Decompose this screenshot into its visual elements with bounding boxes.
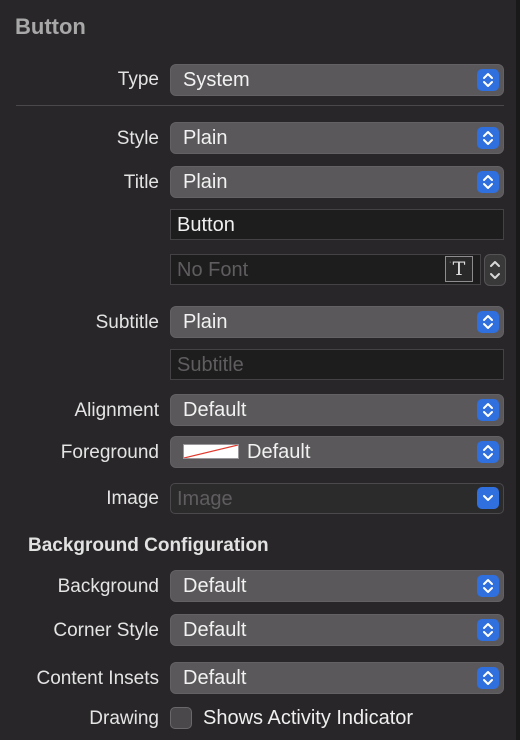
image-label: Image bbox=[106, 488, 159, 509]
shows-activity-indicator-checkbox[interactable] bbox=[170, 707, 192, 729]
title-font-placeholder: No Font bbox=[177, 259, 249, 281]
title-label: Title bbox=[123, 172, 159, 193]
type-value: System bbox=[183, 69, 250, 91]
divider bbox=[16, 105, 504, 106]
alignment-popup[interactable]: Default bbox=[170, 394, 504, 426]
up-down-chevron-icon bbox=[477, 667, 499, 689]
drawing-label: Drawing bbox=[89, 708, 159, 729]
up-down-chevron-icon bbox=[477, 69, 499, 91]
title-value: Plain bbox=[183, 171, 228, 193]
corner-style-label: Corner Style bbox=[53, 620, 159, 641]
style-label: Style bbox=[116, 128, 159, 149]
up-down-chevron-icon bbox=[477, 311, 499, 333]
up-down-chevron-icon bbox=[477, 619, 499, 641]
title-text-field[interactable]: Button bbox=[170, 209, 504, 240]
style-value: Plain bbox=[183, 127, 228, 149]
subtitle-value: Plain bbox=[183, 311, 228, 333]
corner-style-popup[interactable]: Default bbox=[170, 614, 504, 646]
up-down-chevron-icon bbox=[477, 441, 499, 463]
shows-activity-indicator-label[interactable]: Shows Activity Indicator bbox=[203, 706, 413, 730]
subtitle-text-field[interactable]: Subtitle bbox=[170, 349, 504, 380]
font-picker-button[interactable]: ··· T bbox=[445, 256, 473, 282]
title-text-value: Button bbox=[177, 214, 235, 236]
background-value: Default bbox=[183, 575, 247, 597]
font-size-stepper[interactable] bbox=[484, 254, 506, 286]
subtitle-label: Subtitle bbox=[95, 312, 159, 333]
type-label: Type bbox=[117, 69, 159, 90]
type-popup[interactable]: System bbox=[170, 64, 504, 96]
background-configuration-heading: Background Configuration bbox=[28, 535, 269, 556]
image-combo-box[interactable]: Image bbox=[170, 483, 504, 514]
background-label: Background bbox=[57, 576, 159, 597]
content-insets-label: Content Insets bbox=[36, 668, 159, 689]
color-swatch bbox=[183, 444, 239, 459]
corner-style-value: Default bbox=[183, 619, 247, 641]
chevron-down-icon[interactable] bbox=[477, 487, 499, 509]
content-insets-value: Default bbox=[183, 667, 247, 689]
panel-edge bbox=[516, 0, 520, 740]
alignment-value: Default bbox=[183, 399, 247, 421]
up-down-chevron-icon bbox=[477, 575, 499, 597]
subtitle-popup[interactable]: Plain bbox=[170, 306, 504, 338]
alignment-label: Alignment bbox=[74, 400, 160, 421]
up-down-chevron-icon bbox=[477, 127, 499, 149]
style-popup[interactable]: Plain bbox=[170, 122, 504, 154]
up-down-chevron-icon bbox=[490, 261, 500, 279]
title-popup[interactable]: Plain bbox=[170, 166, 504, 198]
background-popup[interactable]: Default bbox=[170, 570, 504, 602]
image-placeholder: Image bbox=[177, 488, 233, 510]
content-insets-popup[interactable]: Default bbox=[170, 662, 504, 694]
up-down-chevron-icon bbox=[477, 171, 499, 193]
title-font-field[interactable]: No Font bbox=[170, 254, 481, 285]
subtitle-placeholder: Subtitle bbox=[177, 354, 244, 376]
foreground-popup[interactable]: Default bbox=[170, 436, 504, 468]
font-T-icon: T bbox=[452, 258, 466, 280]
section-title: Button bbox=[15, 14, 86, 39]
up-down-chevron-icon bbox=[477, 399, 499, 421]
foreground-value: Default bbox=[247, 441, 311, 463]
foreground-label: Foreground bbox=[60, 442, 159, 463]
